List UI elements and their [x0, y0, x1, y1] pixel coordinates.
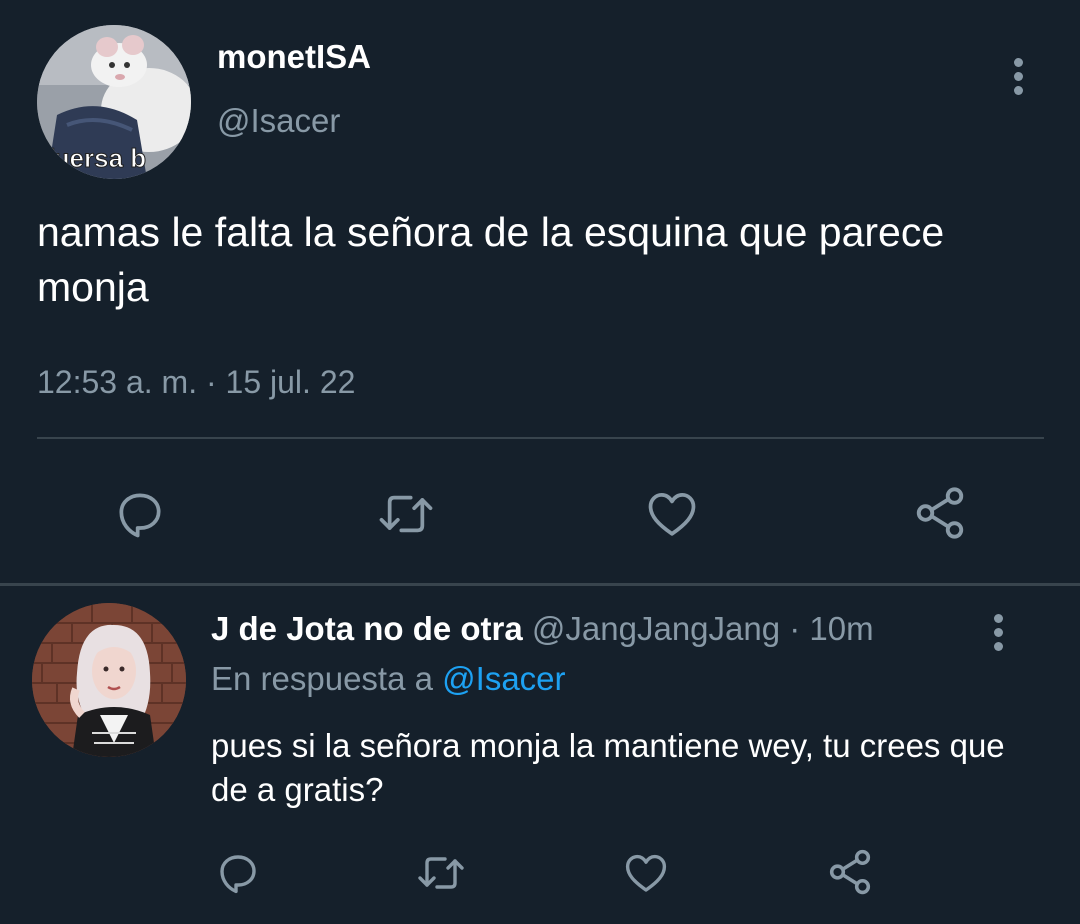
share-button[interactable]	[908, 482, 972, 544]
reply-button[interactable]	[108, 484, 172, 544]
tweet-detail-page: fuersa b monetISA @Isacer namas le falta…	[0, 0, 1080, 924]
like-button[interactable]	[640, 484, 704, 544]
retweet-icon	[418, 857, 464, 889]
retweet-icon	[379, 495, 433, 533]
reply-reply-button[interactable]	[212, 848, 264, 898]
reply-icon	[220, 855, 256, 894]
reply-share-button[interactable]	[824, 846, 876, 898]
reply-display-name[interactable]: J de Jota no de otra	[211, 610, 523, 647]
reply-like-button[interactable]	[620, 848, 672, 898]
main-tweet-timestamp[interactable]: 12:53 a. m. · 15 jul. 22	[37, 364, 355, 401]
reply-context: En respuesta a @Isacer	[211, 660, 566, 698]
divider	[37, 437, 1044, 439]
reply-text: pues si la señora monja la mantiene wey,…	[211, 727, 1005, 808]
reply-avatar[interactable]	[32, 603, 186, 757]
reply-handle-time[interactable]: @JangJangJang · 10m	[523, 610, 874, 647]
heart-icon	[625, 854, 667, 892]
main-tweet-display-name[interactable]: monetISA	[217, 38, 371, 76]
reply-mention-link[interactable]: @Isacer	[442, 660, 565, 697]
retweet-button[interactable]	[370, 484, 442, 544]
reply-retweet-button[interactable]	[412, 848, 470, 898]
main-tweet-text: namas le falta la señora de la esquina q…	[37, 209, 945, 310]
reply-header: J de Jota no de otra @JangJangJang · 10m	[211, 610, 874, 648]
section-divider	[0, 583, 1080, 586]
reply-context-label: En respuesta a	[211, 660, 443, 697]
main-tweet-avatar[interactable]: fuersa b	[37, 25, 191, 179]
avatar-caption: fuersa b	[45, 143, 146, 173]
heart-icon	[648, 493, 696, 536]
main-tweet-handle[interactable]: @Isacer	[217, 102, 340, 140]
reply-more-vertical-icon[interactable]	[980, 608, 1016, 656]
share-icon	[916, 487, 964, 539]
share-icon	[829, 849, 871, 895]
reply-icon	[119, 493, 161, 538]
more-vertical-icon[interactable]	[998, 52, 1038, 100]
